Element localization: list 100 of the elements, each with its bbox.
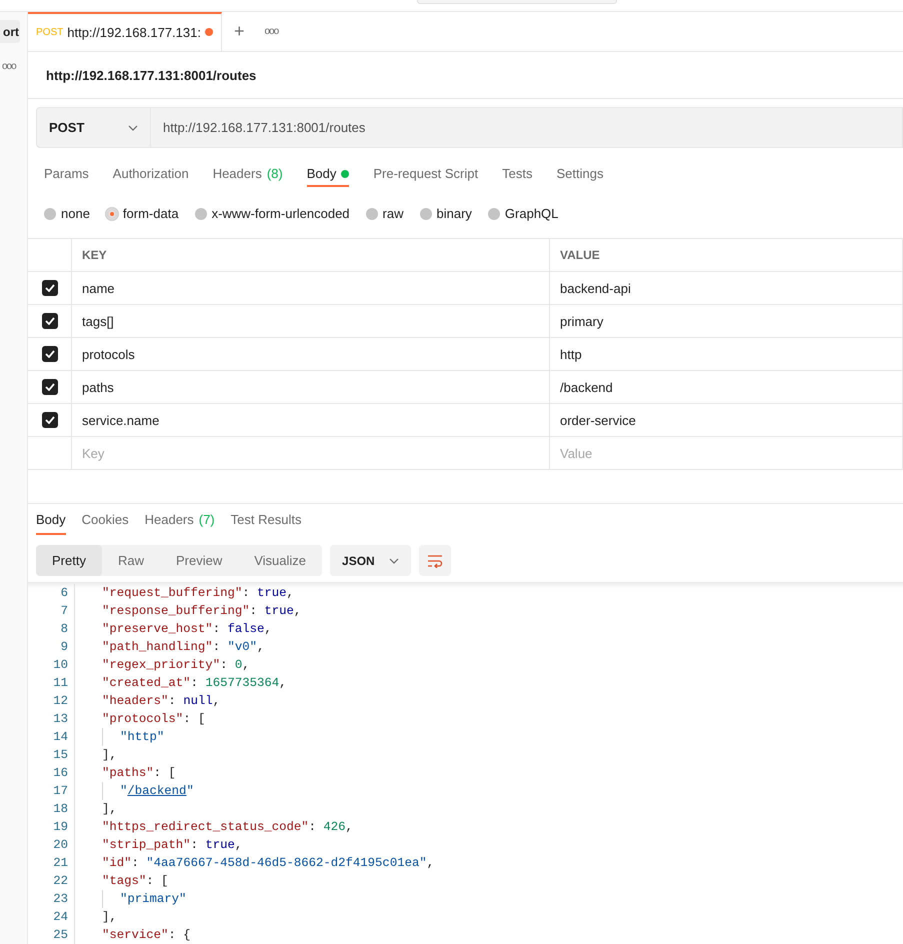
radio-button[interactable]: [488, 208, 500, 220]
request-title: http://192.168.177.131:8001/routes: [46, 68, 256, 83]
checkbox[interactable]: [42, 346, 58, 362]
code-line: ],: [102, 748, 117, 762]
table-cell: paths: [72, 371, 550, 404]
checkmark-icon: [44, 284, 54, 292]
radio-label: GraphQL: [504, 206, 558, 222]
code-line: "id": "4aa76667-458d-46d5-8662-d2f4195c01ea",: [102, 856, 434, 870]
line-number: 12: [52, 694, 69, 708]
table-cell: name: [72, 272, 550, 304]
code-line: "http": [120, 730, 164, 744]
line-number: 17: [52, 784, 69, 798]
line-number: 14: [52, 730, 69, 744]
radio-button[interactable]: [420, 208, 432, 220]
table-cell: /backend: [550, 371, 903, 404]
response-tab[interactable]: Body: [36, 512, 66, 536]
line-number: 13: [52, 712, 69, 726]
view-mode-button[interactable]: Pretty: [36, 545, 102, 576]
view-mode-button[interactable]: Visualize: [238, 545, 322, 576]
checkbox[interactable]: [42, 412, 58, 428]
request-option-tab[interactable]: Body: [306, 162, 350, 188]
wrap-lines-button[interactable]: [418, 545, 451, 576]
request-tab[interactable]: POST http://192.168.177.131:: [28, 12, 222, 51]
request-option-tab[interactable]: Settings: [556, 162, 604, 188]
import-button[interactable]: ort: [0, 20, 20, 43]
radio-label: none: [61, 206, 90, 222]
radio-label: form-data: [122, 206, 179, 222]
chevron-down-icon: [128, 124, 138, 131]
table-cell: protocols: [72, 338, 550, 370]
line-number: 6: [60, 586, 69, 600]
radio-label: raw: [382, 206, 404, 222]
line-number: 18: [52, 802, 69, 816]
radio-label: binary: [436, 206, 472, 222]
radio-label: x-www-form-urlencoded: [212, 206, 350, 222]
table-cell: backend-api: [550, 272, 903, 304]
column-header: VALUE: [550, 239, 903, 272]
line-number: 22: [52, 874, 69, 888]
line-number: 21: [52, 856, 69, 870]
request-option-tab[interactable]: Headers (8): [212, 162, 283, 188]
request-option-tab[interactable]: Pre-request Script: [373, 162, 478, 188]
response-tab[interactable]: Headers (7): [144, 512, 215, 536]
view-mode-button[interactable]: Raw: [102, 545, 160, 576]
code-line: "request_buffering": true,: [102, 586, 294, 600]
checkbox[interactable]: [42, 313, 58, 330]
checkbox[interactable]: [42, 379, 58, 396]
method-dropdown[interactable]: POST: [36, 107, 151, 148]
format-dropdown[interactable]: JSON: [330, 545, 411, 576]
radio-button[interactable]: [194, 208, 207, 220]
code-line: "/backend": [120, 784, 194, 798]
checkmark-icon: [44, 416, 54, 424]
code-line: "headers": null,: [102, 694, 220, 708]
response-tab[interactable]: Test Results: [230, 512, 302, 536]
line-number: 23: [52, 892, 69, 906]
checkmark-icon: [44, 383, 54, 392]
line-number: 9: [60, 640, 69, 654]
code-line: "tags": [: [102, 874, 168, 888]
code-line: "response_buffering": true,: [102, 604, 302, 618]
request-option-tab[interactable]: Authorization: [112, 162, 189, 188]
chevron-down-icon: [388, 558, 399, 564]
radio-button[interactable]: [366, 208, 378, 220]
url-field[interactable]: http://192.168.177.131:8001/routes: [151, 107, 903, 148]
radio-button[interactable]: [44, 208, 56, 220]
code-line: "path_handling": "v0",: [102, 640, 264, 654]
checkbox[interactable]: [42, 280, 58, 296]
code-line: "regex_priority": 0,: [102, 658, 250, 672]
code-line: "primary": [120, 892, 186, 906]
view-mode-button[interactable]: Preview: [160, 545, 238, 576]
line-number: 15: [52, 748, 69, 762]
table-cell: service.name: [72, 404, 550, 436]
table-cell: tags[]: [72, 305, 550, 338]
line-number: 11: [52, 676, 69, 690]
code-line: ],: [102, 910, 117, 924]
column-header: KEY: [72, 239, 550, 272]
code-line: "created_at": 1657735364,: [102, 676, 287, 690]
new-tab-button[interactable]: +: [222, 12, 256, 51]
line-number: 24: [52, 910, 69, 924]
code-line: "paths": [: [102, 766, 176, 780]
table-cell: http: [550, 338, 903, 370]
code-line: "https_redirect_status_code": 426,: [102, 820, 353, 834]
line-number: 19: [52, 820, 69, 834]
response-tab[interactable]: Cookies: [82, 512, 129, 536]
request-option-tab[interactable]: Tests: [502, 162, 532, 188]
line-number: 10: [52, 658, 69, 672]
more-button[interactable]: ooo: [256, 12, 286, 51]
code-line: "protocols": [: [102, 712, 206, 726]
request-option-tab[interactable]: Params: [44, 162, 89, 188]
table-cell: primary: [550, 305, 903, 338]
line-number: 20: [52, 838, 69, 852]
line-number: 25: [52, 928, 69, 942]
code-line: "preserve_host": false,: [102, 622, 272, 636]
code-line: ],: [102, 802, 117, 816]
line-number: 8: [60, 622, 69, 636]
radio-button[interactable]: [106, 208, 118, 220]
more-button[interactable]: ooo: [2, 61, 16, 72]
code-line: "service": {: [102, 928, 191, 942]
table-cell: order-service: [550, 404, 903, 436]
line-number: 16: [52, 766, 69, 780]
code-line: "strip_path": true,: [102, 838, 242, 852]
wrap-icon: [426, 554, 443, 568]
checkmark-icon: [44, 350, 54, 358]
